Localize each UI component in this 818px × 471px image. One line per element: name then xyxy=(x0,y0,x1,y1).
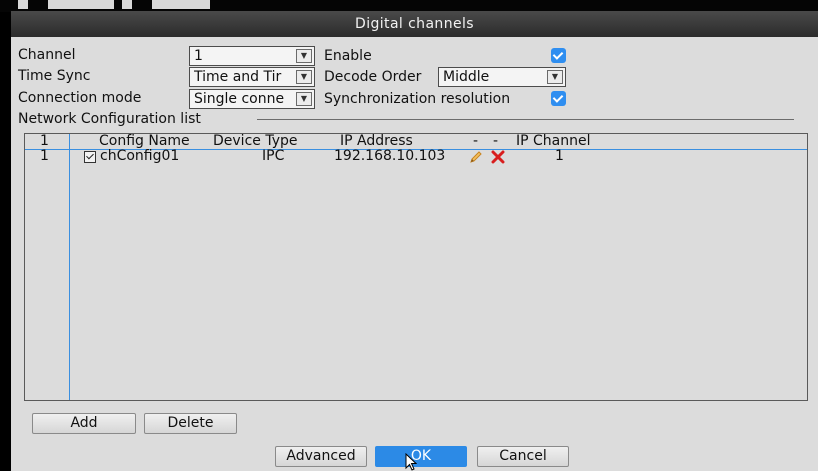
row-index: 1 xyxy=(40,148,49,164)
pencil-icon[interactable] xyxy=(469,150,483,164)
add-button[interactable]: Add xyxy=(32,413,136,434)
column-divider xyxy=(69,134,70,400)
header-index: 1 xyxy=(40,133,49,149)
ok-button[interactable]: OK xyxy=(375,446,467,467)
channel-select-value: 1 xyxy=(194,48,203,64)
chevron-down-icon[interactable]: ▼ xyxy=(296,70,312,84)
chevron-down-icon[interactable]: ▼ xyxy=(296,49,312,63)
row-ip-channel: 1 xyxy=(555,148,564,164)
decode-order-label: Decode Order xyxy=(324,69,422,85)
header-device-type[interactable]: Device Type xyxy=(213,134,298,149)
enable-label: Enable xyxy=(324,48,372,64)
channel-label: Channel xyxy=(18,47,76,63)
strip-segment xyxy=(18,0,28,9)
header-delete: - xyxy=(493,133,499,149)
network-config-list[interactable]: 1 Config Name Device Type IP Address - -… xyxy=(24,133,808,401)
sync-resolution-label: Synchronization resolution xyxy=(324,91,511,107)
connection-mode-label: Connection mode xyxy=(18,90,142,106)
advanced-button[interactable]: Advanced xyxy=(275,446,367,467)
time-sync-select-value: Time and Tir xyxy=(194,69,282,85)
chevron-down-icon[interactable]: ▼ xyxy=(296,92,312,106)
time-sync-label: Time Sync xyxy=(18,68,91,84)
digital-channels-dialog: Digital channels Channel 1 ▼ Enable Time… xyxy=(11,11,818,471)
delete-x-icon[interactable] xyxy=(491,150,505,164)
decode-order-select[interactable]: Middle ▼ xyxy=(438,67,566,87)
strip-segment xyxy=(48,0,114,9)
row-device-type: IPC xyxy=(262,148,285,164)
sync-resolution-checkbox[interactable] xyxy=(551,91,566,106)
channel-select[interactable]: 1 ▼ xyxy=(189,46,315,66)
dialog-title: Digital channels xyxy=(11,11,818,37)
connection-mode-select-value: Single conne xyxy=(194,91,285,107)
strip-segment xyxy=(122,0,132,9)
delete-button[interactable]: Delete xyxy=(144,413,237,434)
row-config-name: chConfig01 xyxy=(100,148,180,164)
section-divider xyxy=(257,119,794,120)
chevron-down-icon[interactable]: ▼ xyxy=(547,70,563,84)
enable-checkbox[interactable] xyxy=(551,48,566,63)
row-ip-address: 192.168.10.103 xyxy=(334,148,446,164)
header-edit: - xyxy=(473,133,479,149)
time-sync-select[interactable]: Time and Tir ▼ xyxy=(189,67,315,87)
header-ip-channel[interactable]: IP Channel xyxy=(516,134,591,149)
mouse-cursor-icon xyxy=(405,453,417,471)
strip-segment xyxy=(152,0,210,9)
header-ip-address[interactable]: IP Address xyxy=(340,134,413,149)
network-list-title: Network Configuration list xyxy=(18,111,201,127)
decode-order-select-value: Middle xyxy=(443,69,490,85)
row-checkbox[interactable] xyxy=(84,151,96,163)
connection-mode-select[interactable]: Single conne ▼ xyxy=(189,89,315,109)
cancel-button[interactable]: Cancel xyxy=(477,446,569,467)
header-config-name[interactable]: Config Name xyxy=(99,134,190,149)
